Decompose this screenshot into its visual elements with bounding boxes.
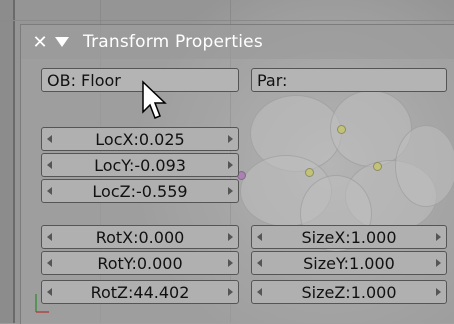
size-x-label: SizeX: (301, 227, 351, 247)
transform-properties-panel: ✕ Transform Properties OB: Floor Par: Lo… (20, 24, 454, 324)
size-z-field[interactable]: SizeZ: 1.000 (251, 280, 447, 304)
axis-gizmo-icon (35, 294, 49, 313)
loc-y-field[interactable]: LocY: -0.093 (41, 153, 239, 177)
increment-arrow-icon[interactable] (228, 288, 233, 296)
increment-arrow-icon[interactable] (436, 259, 441, 267)
window-divider (13, 0, 15, 323)
panel-title: Transform Properties (83, 32, 263, 52)
size-y-field[interactable]: SizeY: 1.000 (251, 251, 447, 275)
size-x-field[interactable]: SizeX: 1.000 (251, 225, 447, 249)
rot-y-label: RotY: (97, 253, 137, 273)
decrement-arrow-icon[interactable] (47, 187, 52, 195)
triangle-down-icon[interactable] (55, 37, 69, 47)
size-x-value: 1.000 (350, 227, 397, 247)
decrement-arrow-icon[interactable] (257, 288, 262, 296)
rot-x-field[interactable]: RotX: 0.000 (41, 225, 239, 249)
loc-y-label: LocY: (94, 155, 135, 175)
loc-x-value: 0.025 (138, 129, 185, 149)
rot-y-value: 0.000 (136, 253, 183, 273)
rot-x-label: RotX: (95, 227, 139, 247)
panel-header[interactable]: ✕ Transform Properties (21, 25, 454, 59)
grid-line (0, 20, 454, 21)
size-z-label: SizeZ: (301, 282, 351, 302)
decrement-arrow-icon[interactable] (257, 259, 262, 267)
increment-arrow-icon[interactable] (228, 161, 233, 169)
decrement-arrow-icon[interactable] (47, 259, 52, 267)
mouse-pointer-icon (142, 80, 167, 119)
increment-arrow-icon[interactable] (228, 135, 233, 143)
decrement-arrow-icon[interactable] (47, 233, 52, 241)
rot-y-field[interactable]: RotY: 0.000 (41, 251, 239, 275)
loc-y-value: -0.093 (134, 155, 186, 175)
close-icon[interactable]: ✕ (31, 32, 49, 53)
increment-arrow-icon[interactable] (228, 259, 233, 267)
decrement-arrow-icon[interactable] (257, 233, 262, 241)
loc-z-field[interactable]: LocZ: -0.559 (41, 179, 239, 203)
increment-arrow-icon[interactable] (228, 187, 233, 195)
parent-field[interactable]: Par: (251, 68, 447, 92)
increment-arrow-icon[interactable] (228, 233, 233, 241)
rot-z-label: RotZ: (90, 282, 134, 302)
rot-x-value: 0.000 (138, 227, 185, 247)
increment-arrow-icon[interactable] (436, 288, 441, 296)
increment-arrow-icon[interactable] (436, 233, 441, 241)
size-y-value: 1.000 (349, 253, 395, 273)
size-z-value: 1.000 (350, 282, 397, 302)
loc-x-field[interactable]: LocX: 0.025 (41, 127, 239, 151)
decrement-arrow-icon[interactable] (47, 161, 52, 169)
size-y-label: SizeY: (303, 253, 350, 273)
rot-z-value: 44.402 (133, 282, 190, 302)
decrement-arrow-icon[interactable] (47, 135, 52, 143)
loc-z-label: LocZ: (92, 181, 136, 201)
loc-x-label: LocX: (95, 129, 139, 149)
viewport-edge (0, 0, 13, 323)
loc-z-value: -0.559 (136, 181, 188, 201)
